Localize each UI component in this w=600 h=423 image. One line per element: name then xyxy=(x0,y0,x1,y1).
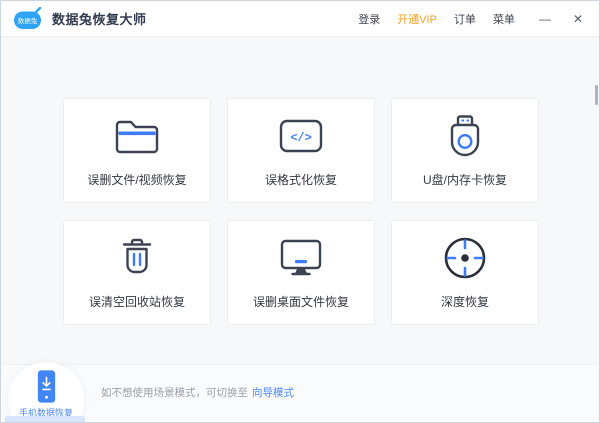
monitor-icon xyxy=(279,235,323,281)
titlebar: 数据兔 数据兔恢复大师 登录 开通VIP 订单 菜单 — ✕ xyxy=(1,1,599,37)
footer-bar: 如不想使用场景模式，可切换至向导模式 xyxy=(1,364,599,422)
orders-link[interactable]: 订单 xyxy=(454,11,476,27)
card-deep-recovery[interactable]: 深度恢复 xyxy=(391,220,539,325)
card-usb-memorycard-recovery[interactable]: U盘/内存卡恢复 xyxy=(391,98,539,203)
app-window: 数据兔 数据兔恢复大师 登录 开通VIP 订单 菜单 — ✕ 误删文件/视频恢复 xyxy=(0,0,600,423)
app-logo: 数据兔 xyxy=(13,7,43,30)
mode-switch-note: 如不想使用场景模式，可切换至向导模式 xyxy=(101,365,294,422)
code-icon: </> xyxy=(279,113,323,159)
close-button[interactable]: ✕ xyxy=(573,13,583,25)
app-title: 数据兔恢复大师 xyxy=(52,9,147,28)
recovery-cards-grid: 误删文件/视频恢复 </> 误格式化恢复 U盘/内存 xyxy=(63,98,539,325)
usb-icon xyxy=(445,113,485,159)
card-label: 误清空回收站恢复 xyxy=(89,293,185,310)
card-deleted-file-video-recovery[interactable]: 误删文件/视频恢复 xyxy=(63,98,211,203)
card-format-recovery[interactable]: </> 误格式化恢复 xyxy=(227,98,375,203)
card-desktop-file-recovery[interactable]: 误删桌面文件恢复 xyxy=(227,220,375,325)
target-icon xyxy=(442,235,488,281)
card-label: 深度恢复 xyxy=(441,293,489,310)
card-label: U盘/内存卡恢复 xyxy=(423,171,507,188)
phone-icon xyxy=(33,370,60,403)
trash-icon xyxy=(117,235,157,281)
card-recyclebin-recovery[interactable]: 误清空回收站恢复 xyxy=(63,220,211,325)
login-link[interactable]: 登录 xyxy=(358,11,380,27)
card-label: 误删桌面文件恢复 xyxy=(253,293,349,310)
rabbit-logo-icon: 数据兔 xyxy=(13,7,43,30)
header-nav: 登录 开通VIP 订单 菜单 xyxy=(358,11,515,27)
card-label: 误删文件/视频恢复 xyxy=(87,171,186,188)
vip-link[interactable]: 开通VIP xyxy=(397,11,437,27)
minimize-button[interactable]: — xyxy=(539,13,551,25)
svg-text:数据兔: 数据兔 xyxy=(18,16,38,25)
menu-link[interactable]: 菜单 xyxy=(493,11,515,27)
scrollbar-thumb[interactable] xyxy=(595,85,598,105)
svg-text:</>: </> xyxy=(290,131,312,145)
active-tab-strip xyxy=(5,416,85,422)
wizard-mode-link[interactable]: 向导模式 xyxy=(252,387,294,399)
folder-icon xyxy=(114,113,160,159)
window-controls: — ✕ xyxy=(539,13,583,25)
mode-switch-text: 如不想使用场景模式，可切换至 xyxy=(101,387,248,399)
card-label: 误格式化恢复 xyxy=(265,171,337,188)
